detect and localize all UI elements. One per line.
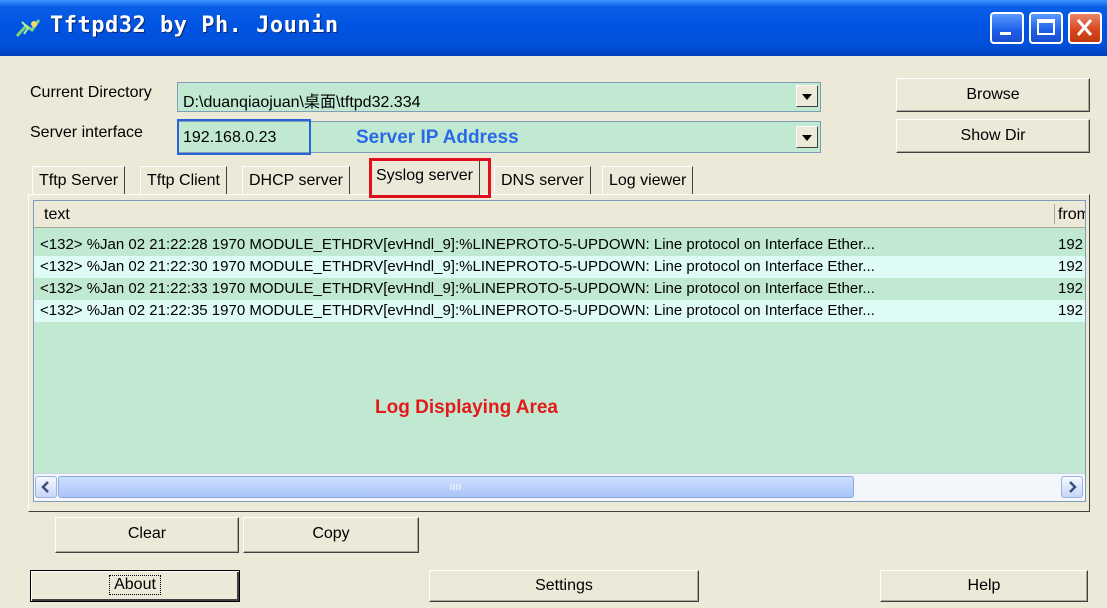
settings-button-label: Settings [535, 577, 593, 594]
close-button[interactable] [1068, 12, 1102, 44]
tab-label: Tftp Server [39, 172, 119, 189]
tab-label: Tftp Client [147, 172, 220, 189]
chevron-left-icon [41, 481, 49, 493]
tab-dhcp-server[interactable]: DHCP server [242, 166, 350, 194]
chevron-right-icon [1069, 481, 1077, 493]
chevron-down-icon [802, 94, 812, 100]
log-row-text: <132> %Jan 02 21:22:35 1970 MODULE_ETHDR… [40, 302, 875, 319]
window-title: Tftpd32 by Ph. Jounin [50, 13, 339, 38]
scrollbar-thumb[interactable] [58, 476, 854, 498]
log-row-text: <132> %Jan 02 21:22:28 1970 MODULE_ETHDR… [40, 236, 875, 253]
column-divider[interactable] [1054, 204, 1055, 224]
log-row-from: 192 [1058, 280, 1084, 297]
maximize-button[interactable] [1029, 12, 1063, 44]
browse-button[interactable]: Browse [896, 78, 1090, 112]
copy-button[interactable]: Copy [243, 517, 419, 553]
log-row-text: <132> %Jan 02 21:22:30 1970 MODULE_ETHDR… [40, 258, 875, 275]
log-row-from: 192 [1058, 258, 1084, 275]
scroll-left-button[interactable] [35, 476, 57, 498]
tab-label: DHCP server [249, 172, 343, 189]
server-ip-highlight [177, 119, 311, 155]
horizontal-scrollbar[interactable] [34, 473, 1085, 501]
show-dir-button-label: Show Dir [960, 127, 1026, 144]
log-row-text: <132> %Jan 02 21:22:33 1970 MODULE_ETHDR… [40, 280, 875, 297]
column-header-text[interactable]: text [44, 206, 70, 224]
show-dir-button[interactable]: Show Dir [896, 119, 1090, 153]
current-directory-combo[interactable]: D:\duanqiaojuan\桌面\tftpd32.334 [177, 82, 821, 112]
log-row-from: 192 [1058, 236, 1084, 253]
current-directory-value: D:\duanqiaojuan\桌面\tftpd32.334 [183, 94, 421, 111]
settings-button[interactable]: Settings [429, 570, 699, 602]
log-row-from: 192 [1058, 302, 1084, 319]
app-icon [15, 19, 41, 38]
grip-icon [450, 484, 461, 490]
syslog-tab-highlight [369, 158, 491, 198]
close-icon [1076, 19, 1093, 36]
help-button-label: Help [967, 577, 1001, 594]
tab-tftp-client[interactable]: Tftp Client [140, 166, 227, 194]
copy-button-label: Copy [312, 525, 350, 542]
server-ip-annotation: Server IP Address [356, 127, 519, 148]
browse-button-label: Browse [966, 86, 1020, 103]
clear-button-label: Clear [127, 525, 167, 542]
current-directory-label: Current Directory [30, 84, 152, 101]
minimize-button[interactable] [990, 12, 1024, 44]
tab-tftp-server[interactable]: Tftp Server [32, 166, 126, 194]
tab-label: Log viewer [609, 172, 687, 189]
about-button-label: About [109, 575, 161, 595]
tab-label: DNS server [501, 172, 584, 189]
about-button[interactable]: About [30, 570, 240, 602]
log-row[interactable]: <132> %Jan 02 21:22:35 1970 MODULE_ETHDR… [34, 300, 1085, 322]
log-listview[interactable]: text from <132> %Jan 02 21:22:28 1970 MO… [33, 200, 1086, 502]
column-header-from[interactable]: from [1058, 206, 1085, 224]
current-directory-dropdown-button[interactable] [796, 85, 818, 107]
title-bar[interactable]: Tftpd32 by Ph. Jounin [0, 0, 1107, 56]
tab-log-viewer[interactable]: Log viewer [602, 166, 694, 194]
tftpd32-window: Tftpd32 by Ph. Jounin Current Directory … [0, 0, 1107, 608]
log-area-annotation: Log Displaying Area [375, 397, 558, 418]
log-header: text from [34, 201, 1085, 228]
minimize-icon [1000, 32, 1011, 35]
server-interface-label: Server interface [30, 124, 143, 141]
log-row[interactable]: <132> %Jan 02 21:22:33 1970 MODULE_ETHDR… [34, 278, 1085, 300]
maximize-icon [1037, 19, 1055, 35]
chevron-down-icon [802, 135, 812, 141]
log-row[interactable]: <132> %Jan 02 21:22:30 1970 MODULE_ETHDR… [34, 256, 1085, 278]
server-interface-dropdown-button[interactable] [796, 126, 818, 148]
clear-button[interactable]: Clear [55, 517, 239, 553]
tab-dns-server[interactable]: DNS server [494, 166, 591, 194]
log-row[interactable]: <132> %Jan 02 21:22:28 1970 MODULE_ETHDR… [34, 234, 1085, 256]
help-button[interactable]: Help [880, 570, 1088, 602]
scroll-right-button[interactable] [1061, 476, 1083, 498]
